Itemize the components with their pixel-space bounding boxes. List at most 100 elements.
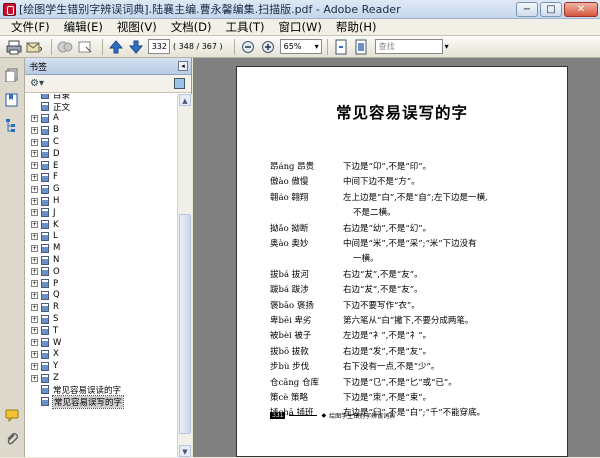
expand-plus-icon[interactable]: + [31,114,38,122]
entry-word: 昂áng 昂贵 [270,162,315,172]
bookmark-item[interactable]: + G [25,183,177,195]
expand-plus-icon[interactable]: + [31,232,38,240]
bookmark-item[interactable]: + K [25,219,177,231]
bookmark-icon [41,125,49,135]
entry-description: 右边是“幼”,不是“幻”。 [343,223,432,234]
fit-width-icon[interactable] [353,39,369,55]
bookmark-item[interactable]: + Z [25,372,177,384]
bookmark-item[interactable]: + H [25,195,177,207]
bookmark-item[interactable]: + T [25,325,177,337]
bookmark-item[interactable]: + A [25,113,177,125]
menu-edit[interactable]: 编辑(E) [57,19,110,36]
bookmark-item[interactable]: + N [25,254,177,266]
bookmark-item[interactable]: + M [25,242,177,254]
expand-plus-icon[interactable]: + [31,173,38,181]
bookmark-item[interactable]: 目录 [25,94,177,101]
menu-tools[interactable]: 工具(T) [219,19,272,36]
entry-description: 下边是“卬”,不是“印”。 [343,162,432,172]
select-tool-icon[interactable] [77,39,93,55]
print-icon[interactable] [6,39,22,55]
bookmark-item[interactable]: + D [25,148,177,160]
model-tree-icon[interactable] [5,118,19,132]
menu-view[interactable]: 视图(V) [110,19,164,36]
bookmark-item[interactable]: + L [25,231,177,243]
expand-plus-icon[interactable]: + [31,126,38,134]
bookmark-item[interactable]: 常见容易误读的字 [25,384,177,396]
menu-window[interactable]: 窗口(W) [272,19,329,36]
page-number-input[interactable]: 332 [148,39,170,54]
bookmarks-scrollbar[interactable]: ▲ ▼ [177,94,192,457]
pages-icon[interactable] [5,68,19,83]
bookmark-item[interactable]: + B [25,124,177,136]
entry-description: 下边是“㔾”,不是“匕”或“已”。 [343,377,457,388]
maximize-button[interactable]: □ [540,1,562,17]
new-bookmark-icon[interactable] [174,78,185,89]
zoom-select[interactable]: 65% [279,39,322,54]
expand-plus-icon[interactable]: + [31,303,38,311]
expand-plus-icon[interactable]: + [31,221,38,229]
options-gear-icon[interactable]: ⚙▾ [30,78,44,89]
document-viewport[interactable]: 常见容易误写的字 331 ◆ 绘图学生错别字辨误词典 昂áng 昂贵 下边是“卬”… [193,58,600,457]
expand-plus-icon[interactable]: + [31,315,38,323]
menu-file[interactable]: 文件(F) [4,19,57,36]
bookmarks-panel-title: 书签 [29,62,48,73]
expand-plus-icon[interactable]: + [31,350,38,358]
expand-plus-icon[interactable]: + [31,339,38,347]
expand-plus-icon[interactable]: + [31,256,38,264]
zoom-in-icon[interactable] [260,39,276,55]
bookmark-item[interactable]: + Y [25,360,177,372]
expand-plus-icon[interactable]: + [31,327,38,335]
scroll-up-icon[interactable]: ▲ [179,94,191,106]
comments-icon[interactable] [5,408,19,423]
expand-plus-icon[interactable]: + [31,138,38,146]
expand-plus-icon[interactable]: + [31,209,38,217]
bookmarks-panel-header: 书签 ◂ [25,58,191,75]
bookmark-item[interactable]: 常见容易误写的字 [25,394,177,409]
expand-plus-icon[interactable]: + [31,244,38,252]
bookmark-item[interactable]: + Q [25,290,177,302]
expand-plus-icon[interactable]: + [31,362,38,370]
scrollbar-thumb[interactable] [179,214,191,434]
expand-plus-icon[interactable]: + [31,280,38,288]
scroll-down-icon[interactable]: ▼ [179,445,191,457]
bookmark-item[interactable]: + R [25,301,177,313]
bookmark-item[interactable]: + P [25,278,177,290]
entry-word: 褒bāo 褒扬 [270,300,314,311]
bookmark-item[interactable]: + F [25,172,177,184]
menu-help[interactable]: 帮助(H) [329,19,384,36]
panel-close-icon[interactable]: ◂ [178,61,188,71]
bookmark-item[interactable]: + O [25,266,177,278]
bookmark-item[interactable]: 正文 [25,101,177,113]
attachments-icon[interactable] [5,432,19,446]
bookmark-item[interactable]: + W [25,337,177,349]
bookmark-label: A [53,113,59,124]
expand-plus-icon[interactable]: + [31,150,38,158]
expand-plus-icon[interactable]: + [31,162,38,170]
zoom-out-icon[interactable] [240,39,256,55]
bookmark-icon [41,290,49,300]
fit-page-icon[interactable] [333,39,349,55]
bookmark-item[interactable]: + E [25,160,177,172]
bookmark-label: 正文 [53,102,71,113]
bookmark-item[interactable]: + X [25,349,177,361]
minimize-button[interactable]: − [516,1,538,17]
email-icon[interactable] [26,39,42,55]
bookmark-item[interactable]: + S [25,313,177,325]
close-button[interactable]: ✕ [564,1,598,17]
find-options-chevron-icon[interactable]: ▾ [445,42,449,51]
expand-plus-icon[interactable]: + [31,374,38,382]
expand-plus-icon[interactable]: + [31,197,38,205]
bookmark-label: J [53,207,56,218]
expand-plus-icon[interactable]: + [31,291,38,299]
bookmark-item[interactable]: + J [25,207,177,219]
bookmark-item[interactable]: + C [25,136,177,148]
find-input[interactable]: 查找 [374,39,443,54]
next-page-icon[interactable] [128,39,144,55]
menu-document[interactable]: 文档(D) [164,19,219,36]
bookmarks-icon[interactable] [5,93,19,107]
hand-tool-icon[interactable] [57,39,73,55]
expand-plus-icon[interactable]: + [31,185,38,193]
bookmark-icon [41,184,49,194]
previous-page-icon[interactable] [108,39,124,55]
expand-plus-icon[interactable]: + [31,268,38,276]
